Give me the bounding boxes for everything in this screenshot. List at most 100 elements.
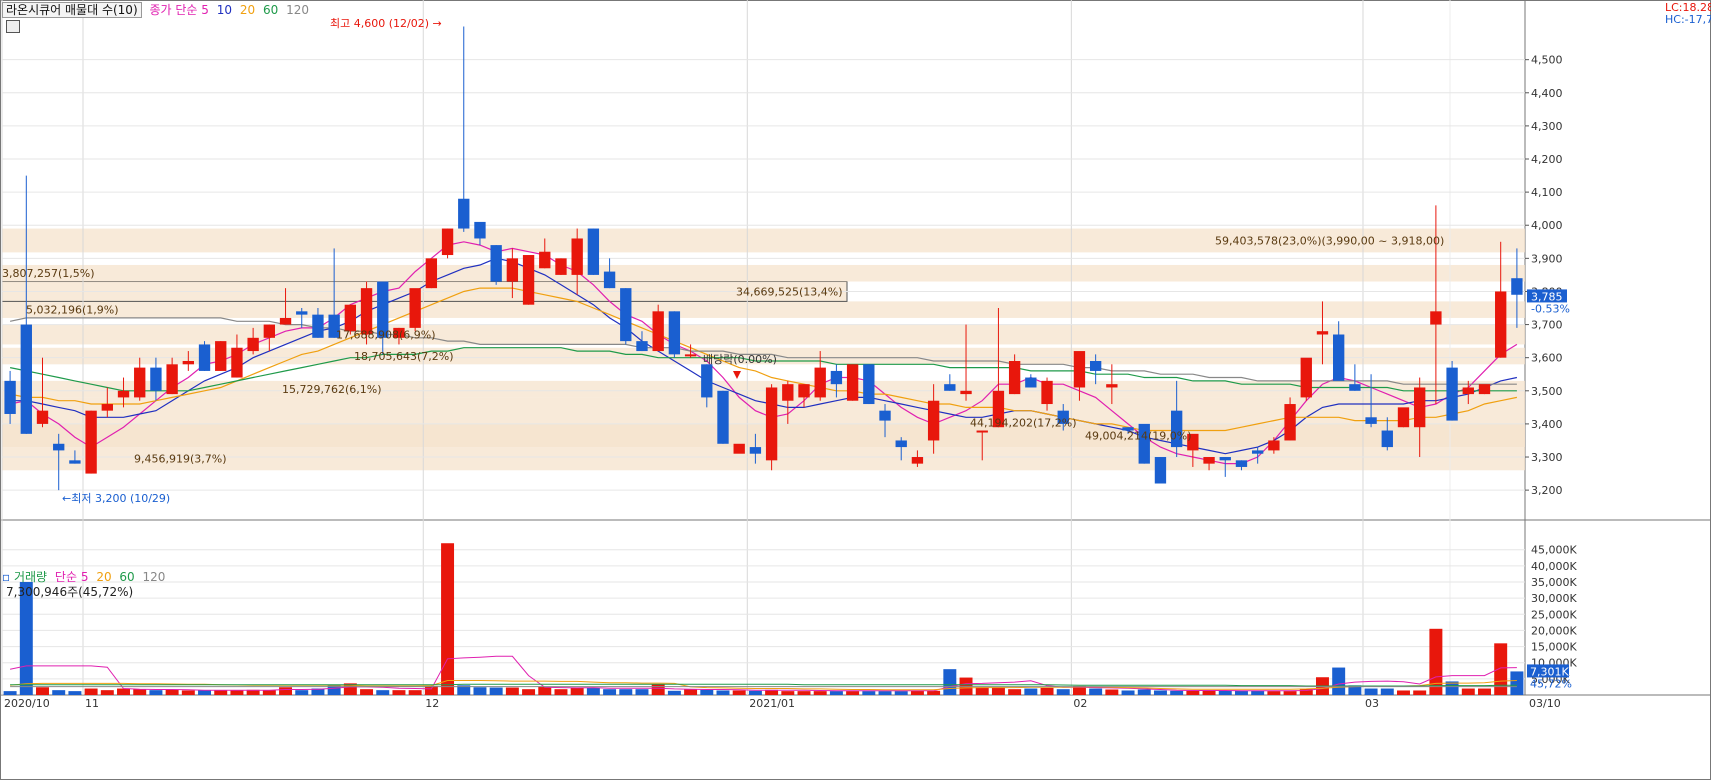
candle-body: [4, 380, 16, 414]
volume-bar: [1461, 688, 1475, 695]
y-tick-label: 3,900: [1531, 252, 1563, 265]
candle-body: [944, 384, 956, 391]
volume-bar: [198, 690, 212, 695]
dividend-annotation: 배당락(0.00%): [703, 353, 777, 366]
volume-bar: [68, 691, 82, 695]
volume-bar: [295, 690, 309, 695]
candle-body: [1089, 360, 1102, 371]
volume-bar: [149, 690, 163, 695]
candle-body: [717, 390, 729, 444]
volume-bar: [635, 689, 649, 695]
candle-body: [101, 404, 113, 411]
volume-bar: [230, 690, 244, 695]
volume-bar: [586, 687, 600, 695]
volume-bar: [1510, 671, 1524, 695]
candle-body: [231, 347, 243, 378]
volume-bar: [100, 690, 114, 695]
price-title[interactable]: 라온시큐어 매물대 수(10): [2, 2, 142, 18]
candle-body: [782, 384, 794, 401]
candle-body: [409, 288, 421, 328]
y-tick-label: 4,000: [1531, 219, 1563, 232]
y-tick-label: 3,600: [1531, 352, 1563, 365]
volume-bar: [1267, 691, 1281, 695]
y-tick-label: 4,500: [1531, 54, 1563, 67]
volume-bar: [1429, 628, 1443, 695]
volume-bar: [52, 690, 66, 695]
candle-body: [1235, 460, 1248, 467]
volume-bar: [1089, 688, 1103, 695]
volume-bar: [1170, 690, 1184, 695]
y-tick-label: 3,400: [1531, 418, 1563, 431]
candle-body: [895, 440, 907, 448]
legend-ma10: 10: [216, 3, 233, 17]
candle-body: [1316, 331, 1329, 335]
volume-tick-label: 25,000K: [1531, 608, 1577, 621]
volume-profile-band: [2, 423, 1525, 448]
volume-current-ratio: 45,72%: [1530, 677, 1572, 690]
candle-body: [749, 447, 762, 454]
volume-bar: [603, 689, 617, 695]
candle-body: [620, 288, 632, 342]
x-tick-label: 03: [1365, 697, 1379, 710]
candle-body: [198, 344, 211, 371]
candle-body: [53, 443, 65, 451]
legend-ma20: 20: [239, 3, 256, 17]
volume-bar: [522, 689, 536, 695]
candle-body: [425, 258, 438, 289]
candle-body: [976, 430, 988, 433]
volume-profile-label: 18,705,643(7,2%): [354, 350, 454, 363]
candle-body: [69, 460, 81, 464]
y-tick-label: 4,400: [1531, 87, 1563, 100]
price-change: -0.53%: [1531, 302, 1570, 315]
volume-profile-band: [2, 324, 1525, 345]
candle-body: [1251, 450, 1264, 454]
volume-bar: [716, 690, 730, 695]
candle-body: [814, 367, 826, 398]
candle-body: [1041, 380, 1053, 405]
candle-body: [1106, 384, 1118, 388]
candle-body: [701, 364, 713, 398]
candle-body: [911, 457, 924, 464]
candle-body: [441, 228, 454, 256]
candle-body: [1154, 457, 1167, 484]
volume-bar: [165, 689, 179, 695]
candle-body: [506, 258, 519, 282]
volume-bar: [1105, 689, 1119, 695]
volume-ma-line-60: [10, 683, 1517, 687]
candle-body: [263, 324, 276, 338]
candle-body: [587, 228, 600, 275]
candle-body: [1381, 430, 1393, 448]
volume-profile-label: 3,807,257(1,5%): [2, 267, 95, 280]
volume-bar: [570, 687, 584, 695]
x-tick-label: 12: [425, 697, 439, 710]
volume-bar: [846, 691, 860, 695]
volume-bar: [1380, 688, 1394, 695]
candle-body: [1397, 407, 1410, 428]
volume-bar: [1121, 690, 1135, 695]
grid-icon[interactable]: [6, 20, 20, 33]
candle-body: [539, 251, 551, 269]
candle-body: [1073, 351, 1086, 388]
vol-legend-ma60: 60: [119, 570, 135, 584]
candle-body: [960, 390, 972, 395]
candle-body: [684, 354, 697, 357]
volume-profile-label: 15,729,762(6,1%): [282, 383, 382, 396]
volume-title: 거래량: [13, 570, 48, 584]
volume-bar: [279, 687, 293, 695]
vol-legend-ma5: 5: [80, 570, 89, 584]
volume-bar: [1364, 688, 1378, 695]
chart-canvas[interactable]: 2020/10 11 12 2021/01 02 03 3,200 3,300 3,400 3,5…: [0, 0, 1711, 780]
volume-bar: [181, 690, 195, 695]
volume-bar: [376, 690, 390, 695]
candle-body: [846, 364, 859, 401]
candle-body: [652, 311, 664, 352]
candle-body: [1300, 357, 1312, 398]
candle-body: [312, 314, 324, 338]
candle-body: [474, 221, 486, 239]
volume-bar: [1153, 690, 1167, 695]
volume-bar: [133, 689, 147, 695]
vol-legend-ma20: 20: [96, 570, 112, 584]
volume-profile-label: 59,403,578(23,0%)(3,990,00 ~ 3,918,00): [1215, 234, 1444, 247]
volume-profile-band: [2, 447, 1525, 471]
legend-ma120: 120: [286, 3, 309, 17]
